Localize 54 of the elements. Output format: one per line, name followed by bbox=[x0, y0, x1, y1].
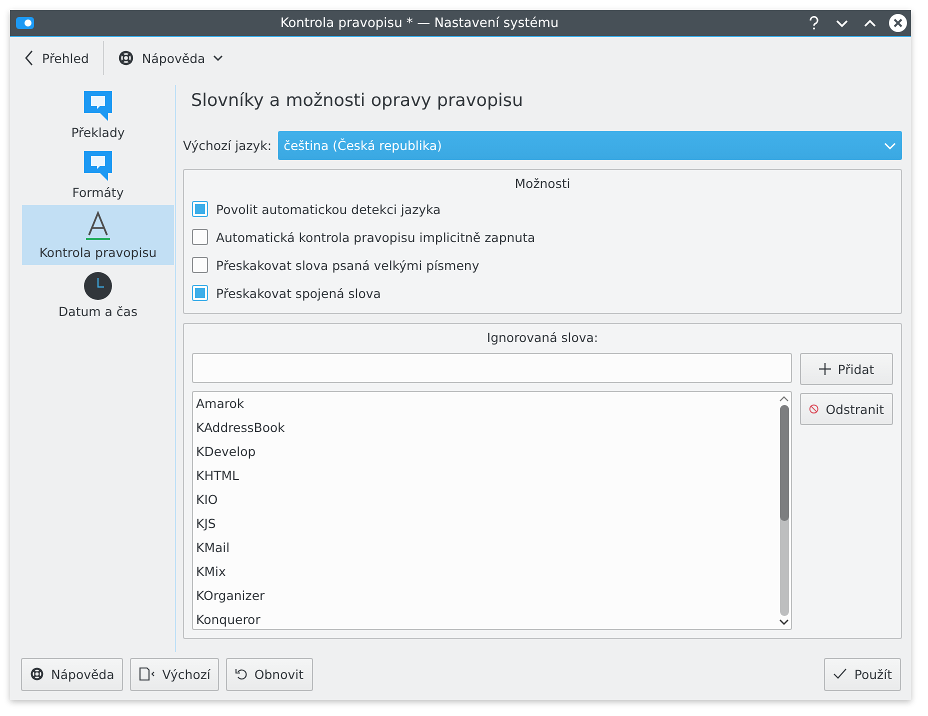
list-item[interactable]: KAddressBook bbox=[196, 416, 777, 440]
letter-a-icon bbox=[85, 210, 111, 240]
list-item[interactable]: KIO bbox=[196, 488, 777, 512]
add-button[interactable]: Přidat bbox=[800, 353, 893, 385]
dialog-button[interactable]: Použít bbox=[824, 658, 901, 690]
help-menu-button[interactable]: Nápověda bbox=[110, 44, 232, 72]
sidebar-item[interactable]: Formáty bbox=[22, 145, 174, 205]
undo-icon bbox=[235, 667, 248, 681]
sidebar-item[interactable]: Datum a čas bbox=[22, 265, 174, 325]
list-item[interactable]: KMix bbox=[196, 560, 777, 584]
checkbox-label: Přeskakovat spojená slova bbox=[216, 286, 381, 300]
dialog-button[interactable]: Výchozí bbox=[130, 658, 220, 690]
checkbox-label: Automatická kontrola pravopisu implicitně zapnuta bbox=[216, 230, 536, 244]
prohibited-icon bbox=[809, 403, 819, 415]
language-label: Výchozí jazyk: bbox=[183, 138, 272, 153]
lifebuoy-icon bbox=[30, 667, 44, 681]
list-item[interactable]: Konqueror bbox=[196, 608, 777, 629]
back-button[interactable]: Přehled bbox=[16, 44, 97, 72]
list-item[interactable]: Amarok bbox=[196, 392, 777, 416]
plus-icon bbox=[818, 363, 831, 375]
lifebuoy-icon bbox=[118, 50, 134, 66]
dialog-button[interactable]: Obnovit bbox=[226, 658, 312, 690]
checkbox-label: Přeskakovat slova psaná velkými písmeny bbox=[216, 258, 480, 272]
group-title: Ignorovaná slova: bbox=[486, 329, 600, 347]
scroll-up-icon[interactable] bbox=[779, 395, 789, 402]
list-item[interactable]: KHTML bbox=[196, 464, 777, 488]
checkbox[interactable] bbox=[192, 229, 208, 245]
checkbox-label: Povolit automatickou detekci jazyka bbox=[216, 202, 441, 216]
document-arrow-icon bbox=[139, 667, 156, 681]
checkmark-icon bbox=[833, 668, 848, 680]
speech-bubble-icon bbox=[84, 150, 112, 180]
chevron-down-icon bbox=[884, 142, 896, 150]
dialog-button[interactable]: Nápověda bbox=[21, 658, 124, 690]
list-item[interactable]: KOrganizer bbox=[196, 584, 777, 608]
group-title: Možnosti bbox=[514, 175, 572, 193]
chevron-down-icon bbox=[213, 54, 224, 62]
window-title: Kontrola pravopisu * — Nastavení systému bbox=[279, 16, 560, 30]
help-icon[interactable] bbox=[807, 16, 821, 30]
toggle-icon bbox=[16, 17, 34, 29]
clock-icon bbox=[84, 272, 112, 300]
word-input-field[interactable] bbox=[192, 353, 792, 383]
sidebar-item[interactable]: Kontrola pravopisu bbox=[22, 205, 174, 265]
scroll-down-icon[interactable] bbox=[779, 619, 789, 626]
list-item[interactable]: KDevelop bbox=[196, 440, 777, 464]
sidebar-item[interactable]: Překlady bbox=[22, 85, 174, 145]
list-item[interactable]: KJS bbox=[196, 512, 777, 536]
list-item[interactable]: KMail bbox=[196, 536, 777, 560]
page-heading: Slovníky a možnosti opravy pravopisu bbox=[191, 91, 524, 113]
checkbox[interactable] bbox=[192, 285, 208, 301]
close-icon[interactable] bbox=[889, 14, 907, 32]
checkbox[interactable] bbox=[192, 257, 208, 273]
speech-bubble-icon bbox=[84, 90, 112, 120]
remove-button[interactable]: Odstranit bbox=[800, 393, 893, 425]
checkbox[interactable] bbox=[192, 201, 208, 217]
